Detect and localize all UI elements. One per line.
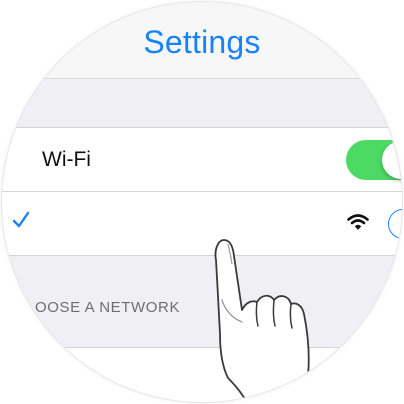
wifi-signal-icon — [347, 214, 369, 230]
wifi-toggle[interactable] — [346, 140, 402, 180]
toggle-knob — [382, 141, 402, 179]
choose-network-header: OOSE A NETWORK — [35, 299, 181, 316]
navigation-bar: Settings — [2, 2, 402, 79]
settings-zoom-view: Settings Wi-Fi OOSE A NETWORK — [2, 2, 402, 402]
checkmark-icon — [12, 211, 30, 228]
page-title: Settings — [143, 24, 261, 60]
wifi-toggle-row[interactable]: Wi-Fi — [2, 127, 402, 191]
pointing-hand-icon — [214, 239, 310, 402]
screenshot-frame: Settings Wi-Fi OOSE A NETWORK — [0, 0, 404, 404]
wifi-label: Wi-Fi — [42, 148, 91, 171]
info-icon[interactable] — [388, 209, 402, 239]
